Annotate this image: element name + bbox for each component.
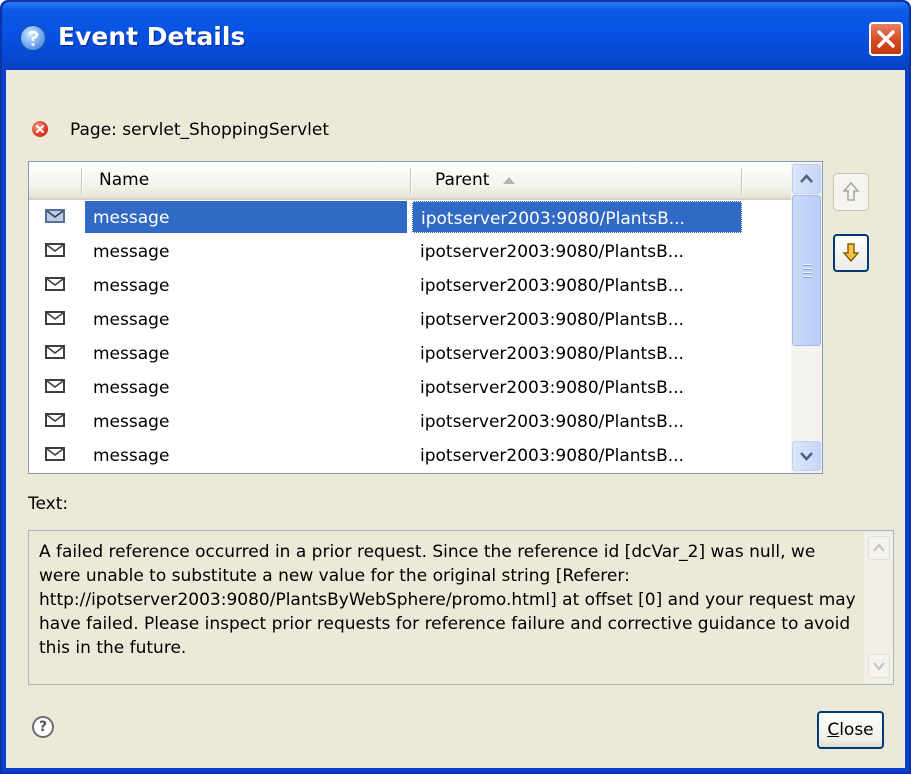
scroll-down-button[interactable] (792, 441, 821, 471)
envelope-icon (45, 311, 65, 325)
text-scrollbar[interactable] (864, 532, 893, 683)
cell-parent: ipotserver2003:9080/PlantsB... (420, 412, 684, 432)
close-button-label: lose (839, 720, 874, 740)
scroll-up-button[interactable] (792, 164, 821, 194)
cell-parent: ipotserver2003:9080/PlantsB... (420, 242, 684, 262)
cell-name: message (93, 344, 170, 364)
text-scroll-down-button[interactable] (868, 654, 890, 678)
grip-line (803, 268, 812, 270)
cell-parent: ipotserver2003:9080/PlantsB... (420, 378, 684, 398)
scroll-thumb[interactable] (792, 195, 821, 346)
grip-line (803, 264, 812, 266)
table-row[interactable]: message ipotserver2003:9080/PlantsB... (29, 404, 791, 438)
column-header-name-label: Name (99, 170, 150, 190)
event-details-window: Event Details Page: servlet_ShoppingServ… (0, 0, 911, 774)
page-label: Page: servlet_ShoppingServlet (70, 120, 329, 140)
column-separator[interactable] (741, 168, 743, 194)
event-details-icon (20, 25, 46, 51)
event-text-area[interactable]: A failed reference occurred in a prior r… (28, 530, 894, 685)
cell-name: message (93, 242, 170, 262)
move-down-button[interactable] (833, 234, 869, 272)
envelope-icon (45, 277, 65, 291)
table-scrollbar[interactable] (791, 162, 822, 473)
window-title: Event Details (58, 22, 246, 51)
cell-name: message (93, 378, 170, 398)
cell-name: message (93, 412, 170, 432)
envelope-icon (45, 345, 65, 359)
cell-name: message (93, 446, 170, 466)
cell-parent: ipotserver2003:9080/PlantsB... (420, 446, 684, 466)
envelope-icon (45, 379, 65, 393)
table-row[interactable]: message ipotserver2003:9080/PlantsB... (29, 268, 791, 302)
table-row[interactable]: message ipotserver2003:9080/PlantsB... (29, 438, 791, 472)
close-button-mnemonic: C (827, 720, 840, 740)
envelope-icon (45, 209, 65, 223)
text-scroll-up-button[interactable] (868, 536, 890, 560)
column-header-name[interactable]: Name (99, 162, 149, 198)
cell-parent: ipotserver2003:9080/PlantsB... (420, 344, 684, 364)
cell-parent: ipotserver2003:9080/PlantsB... (412, 201, 742, 233)
text-label: Text: (28, 494, 69, 514)
arrow-down-icon (842, 243, 860, 263)
table-row[interactable]: message ipotserver2003:9080/PlantsB... (29, 234, 791, 268)
error-icon (32, 121, 48, 137)
arrow-up-icon (842, 181, 860, 201)
envelope-icon (45, 413, 65, 427)
chevron-up-icon (800, 174, 813, 183)
close-icon (877, 30, 895, 48)
chevron-down-icon (800, 452, 813, 461)
sort-ascending-icon (503, 176, 516, 184)
move-up-button[interactable] (833, 173, 869, 211)
events-table[interactable]: Name Parent message ipotserver2003:9080/… (28, 161, 823, 474)
grip-line (803, 276, 812, 278)
cell-name: message (93, 310, 170, 330)
title-bar[interactable]: Event Details (2, 2, 909, 70)
help-icon[interactable]: ? (32, 716, 54, 738)
table-row[interactable]: message ipotserver2003:9080/PlantsB... (29, 336, 791, 370)
chevron-up-icon (873, 543, 885, 552)
column-header-parent[interactable]: Parent (435, 162, 516, 198)
table-row[interactable]: message ipotserver2003:9080/PlantsB... (29, 200, 791, 234)
close-window-button[interactable] (869, 22, 903, 56)
envelope-icon (45, 447, 65, 461)
cell-parent: ipotserver2003:9080/PlantsB... (420, 276, 684, 296)
event-text-content: A failed reference occurred in a prior r… (39, 542, 856, 658)
envelope-icon (45, 243, 65, 257)
column-separator[interactable] (410, 168, 412, 194)
close-button[interactable]: Close (817, 711, 884, 749)
table-header: Name Parent (29, 162, 791, 200)
chevron-down-icon (873, 662, 885, 671)
column-separator[interactable] (81, 168, 83, 194)
cell-parent: ipotserver2003:9080/PlantsB... (420, 310, 684, 330)
dialog-body: Page: servlet_ShoppingServlet Name Paren… (6, 70, 905, 768)
cell-name: message (85, 201, 407, 233)
table-row[interactable]: message ipotserver2003:9080/PlantsB... (29, 370, 791, 404)
cell-name: message (93, 276, 170, 296)
table-row[interactable]: message ipotserver2003:9080/PlantsB... (29, 302, 791, 336)
table-body: message ipotserver2003:9080/PlantsB... m… (29, 200, 791, 472)
column-header-parent-label: Parent (435, 170, 490, 190)
grip-line (803, 272, 812, 274)
